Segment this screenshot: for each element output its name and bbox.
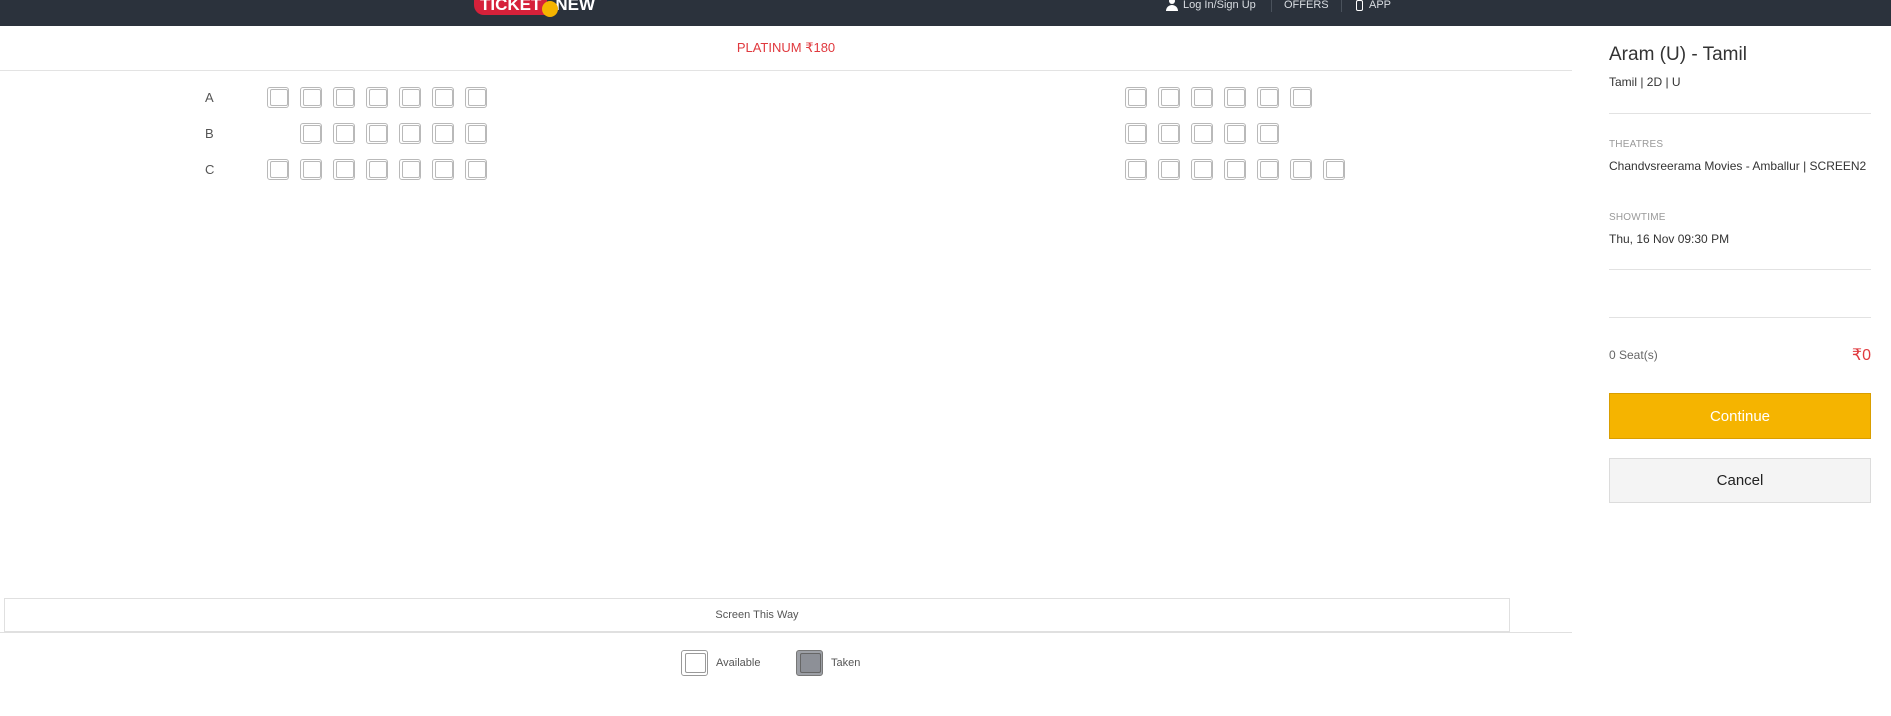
seat-B-left-4[interactable] — [399, 123, 421, 144]
movie-meta: Tamil | 2D | U — [1609, 75, 1681, 89]
row-label: B — [205, 126, 214, 141]
seat-B-left-1[interactable] — [300, 123, 322, 144]
seat-C-right-4[interactable] — [1224, 159, 1246, 180]
seat-C-right-1[interactable] — [1125, 159, 1147, 180]
seat-B-right-4[interactable] — [1224, 123, 1246, 144]
app-label: APP — [1369, 0, 1392, 11]
seat-C-left-2[interactable] — [300, 159, 322, 180]
cancel-button[interactable]: Cancel — [1609, 458, 1871, 503]
seat-C-right-3[interactable] — [1191, 159, 1213, 180]
seat-A-right-2[interactable] — [1158, 87, 1180, 108]
seat-C-left-1[interactable] — [267, 159, 289, 180]
continue-button[interactable]: Continue — [1609, 393, 1871, 439]
showtime-value: Thu, 16 Nov 09:30 PM — [1609, 232, 1730, 246]
row-label: C — [205, 162, 215, 177]
ticketnew-logo[interactable]: TICKET NEW — [474, 0, 596, 17]
summary-divider — [1609, 113, 1871, 114]
seat-A-right-1[interactable] — [1125, 87, 1147, 108]
seat-C-left-5[interactable] — [399, 159, 421, 180]
phone-icon — [1356, 0, 1363, 11]
seat-A-right-4[interactable] — [1224, 87, 1246, 108]
seat-A-right-3[interactable] — [1191, 87, 1213, 108]
logo-text-right: NEW — [555, 0, 596, 14]
legend-available-label: Available — [716, 657, 761, 669]
screen-indicator: Screen This Way — [4, 598, 1510, 632]
available-seat-icon — [681, 650, 708, 676]
seat-C-right-7[interactable] — [1323, 159, 1345, 180]
seat-B-right-1[interactable] — [1125, 123, 1147, 144]
category-divider — [0, 70, 1572, 71]
offers-label: OFFERS — [1284, 0, 1329, 11]
selected-seats-count: 0 Seat(s) — [1609, 348, 1658, 362]
total-price: ₹0 — [1851, 347, 1871, 364]
login-label: Log In/Sign Up — [1183, 0, 1256, 11]
seat-C-right-6[interactable] — [1290, 159, 1312, 180]
user-icon — [1165, 0, 1179, 12]
top-navbar: TICKET NEW Log In/Sign Up OFFERS APP — [0, 0, 1891, 26]
app-link[interactable]: APP — [1341, 0, 1391, 12]
seat-category-label: PLATINUM ₹180 — [736, 40, 836, 55]
seat-A-right-5[interactable] — [1257, 87, 1279, 108]
seat-B-left-5[interactable] — [432, 123, 454, 144]
seat-C-left-7[interactable] — [465, 159, 487, 180]
seat-C-left-4[interactable] — [366, 159, 388, 180]
seat-C-right-5[interactable] — [1257, 159, 1279, 180]
summary-divider — [1609, 269, 1871, 270]
seat-C-right-2[interactable] — [1158, 159, 1180, 180]
theatre-value: Chandvsreerama Movies - Amballur | SCREE… — [1609, 159, 1867, 173]
offers-link[interactable]: OFFERS — [1271, 0, 1329, 12]
seat-B-left-6[interactable] — [465, 123, 487, 144]
seat-C-left-3[interactable] — [333, 159, 355, 180]
seat-A-right-6[interactable] — [1290, 87, 1312, 108]
seat-A-left-1[interactable] — [267, 87, 289, 108]
login-signup-link[interactable]: Log In/Sign Up — [1165, 0, 1256, 12]
seat-B-left-3[interactable] — [366, 123, 388, 144]
row-label: A — [205, 90, 214, 105]
seat-A-left-6[interactable] — [432, 87, 454, 108]
theatres-label: THEATRES — [1609, 139, 1664, 150]
taken-seat-icon — [796, 650, 823, 676]
seat-A-left-4[interactable] — [366, 87, 388, 108]
seat-A-left-3[interactable] — [333, 87, 355, 108]
seat-B-right-5[interactable] — [1257, 123, 1279, 144]
logo-text-left: TICKET — [474, 0, 548, 15]
seat-C-left-6[interactable] — [432, 159, 454, 180]
summary-divider — [1609, 317, 1871, 318]
legend-available: Available — [681, 650, 760, 676]
seat-A-left-2[interactable] — [300, 87, 322, 108]
movie-title: Aram (U) - Tamil — [1609, 44, 1747, 65]
seat-A-left-5[interactable] — [399, 87, 421, 108]
showtime-label: SHOWTIME — [1609, 212, 1666, 223]
legend-taken-label: Taken — [831, 657, 861, 669]
seat-B-right-2[interactable] — [1158, 123, 1180, 144]
screen-divider — [0, 632, 1572, 633]
seat-A-left-7[interactable] — [465, 87, 487, 108]
legend-taken: Taken — [796, 650, 860, 676]
seat-B-left-2[interactable] — [333, 123, 355, 144]
seat-B-right-3[interactable] — [1191, 123, 1213, 144]
